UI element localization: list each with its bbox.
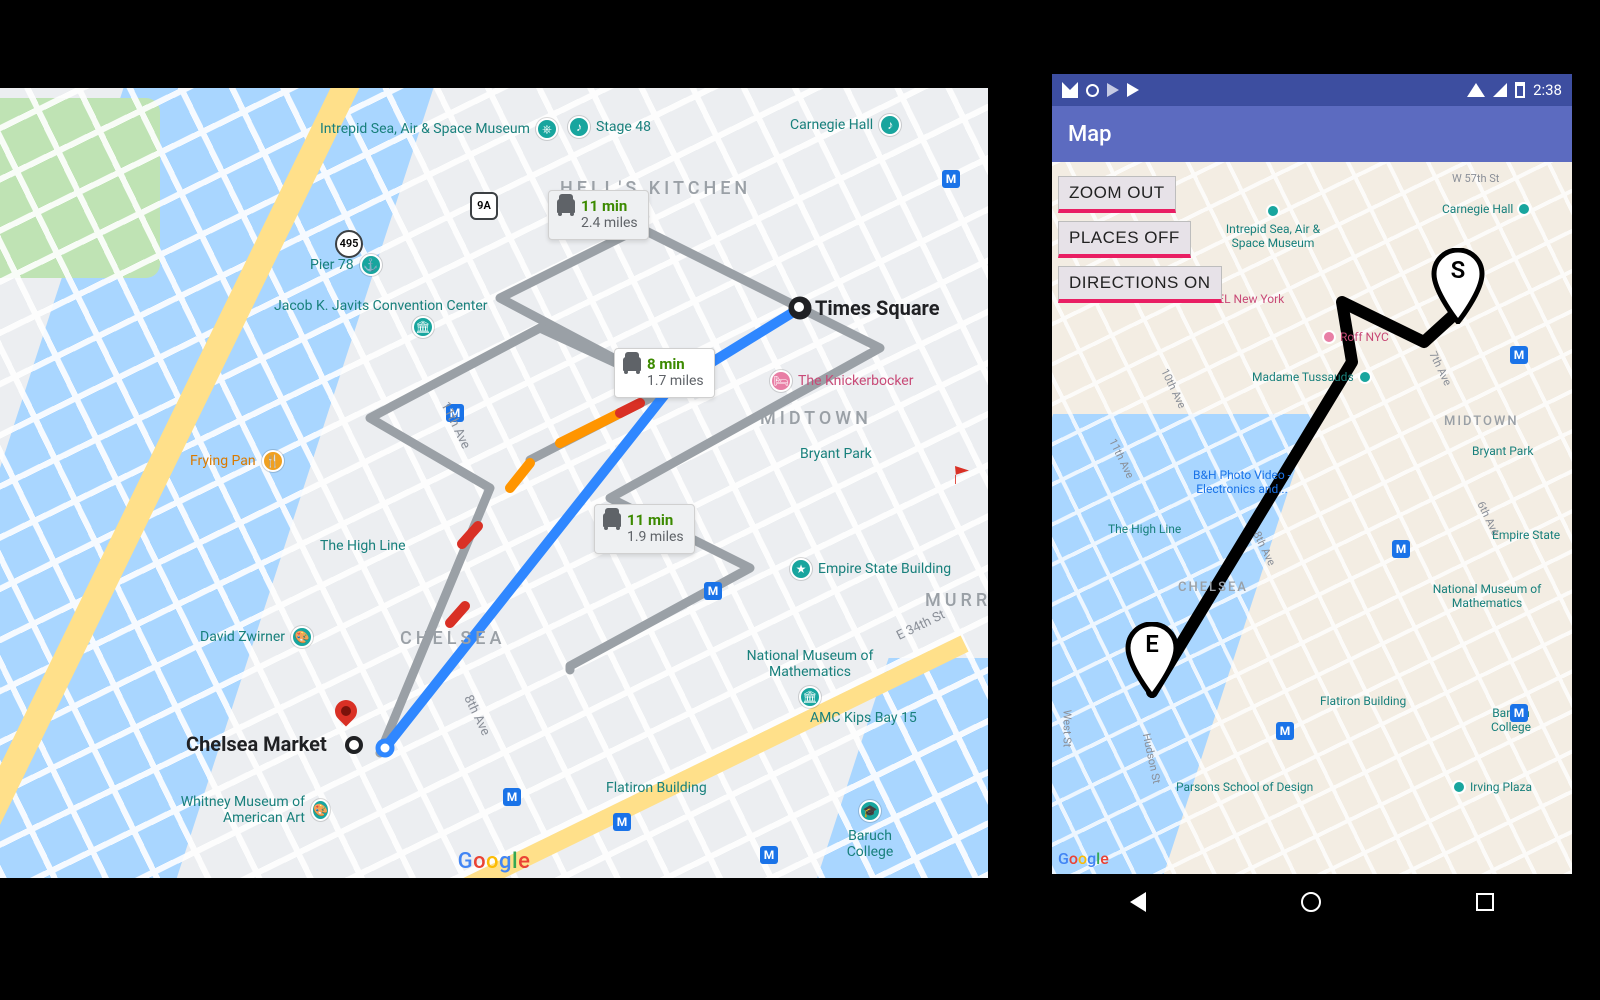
play-store-icon	[1107, 83, 1119, 97]
district-label: MIDTOWN	[1444, 414, 1519, 429]
destination-pin-icon[interactable]	[335, 700, 357, 734]
street-label: W 57th St	[1452, 172, 1499, 185]
metro-icon: M	[1510, 704, 1528, 722]
map-controls: ZOOM OUT PLACES OFF DIRECTIONS ON	[1058, 168, 1222, 311]
poi[interactable]: Carnegie Hall	[1442, 202, 1531, 216]
origin-marker[interactable]	[790, 298, 808, 316]
end-marker[interactable]: E	[1124, 622, 1180, 698]
metro-icon: M	[1392, 540, 1410, 558]
poi-carnegie[interactable]: Carnegie Hall♪	[790, 114, 901, 136]
android-nav-bar	[1052, 874, 1572, 929]
phone-map-view[interactable]: ZOOM OUT PLACES OFF DIRECTIONS ON S E In…	[1052, 162, 1572, 874]
district-label: CHELSEA	[1178, 580, 1248, 595]
mail-icon	[1062, 82, 1078, 98]
poi-stage48[interactable]: ♪Stage 48	[568, 116, 651, 138]
back-button[interactable]	[1130, 892, 1146, 912]
home-button[interactable]	[1301, 892, 1321, 912]
app-title: Map	[1068, 122, 1111, 147]
start-marker[interactable]: S	[1430, 248, 1486, 324]
district-label: MURR	[925, 590, 990, 611]
status-bar: 2:38	[1052, 74, 1572, 106]
road-shield: 9A	[470, 192, 498, 220]
car-icon	[623, 357, 641, 371]
destination-label: Chelsea Market	[186, 732, 327, 756]
directions-toggle-button[interactable]: DIRECTIONS ON	[1058, 266, 1222, 303]
poi-zwirner[interactable]: David Zwirner🎨	[200, 626, 313, 648]
google-maps-directions-view[interactable]: 9A 495 M M M M M M HELL'S KITCHEN MIDTOW…	[0, 88, 990, 878]
poi-pier78[interactable]: Pier 78⚓	[310, 254, 382, 276]
poi-javits[interactable]: Jacob K. Javits Convention Center🏛	[274, 298, 434, 338]
route-alt-bubble[interactable]: 11 min 2.4 miles	[548, 190, 649, 240]
android-phone-frame: 2:38 Map ZOOM OUT PLACES OFF DIRECTIONS …	[1052, 74, 1572, 929]
car-icon	[557, 199, 575, 213]
metro-icon: M	[760, 846, 778, 864]
poi-fryingpan[interactable]: Frying Pan🍴	[190, 450, 284, 472]
poi-esb[interactable]: ★Empire State Building	[790, 558, 951, 580]
poi[interactable]: Intrepid Sea, Air & Space Museum	[1208, 204, 1338, 250]
poi[interactable]: Parsons School of Design	[1176, 780, 1313, 794]
recents-button[interactable]	[1476, 893, 1494, 911]
poi-momath[interactable]: National Museum of Mathematics🏛	[720, 648, 900, 708]
metro-icon: M	[503, 788, 521, 806]
metro-icon: M	[613, 813, 631, 831]
battery-icon	[1515, 82, 1525, 98]
district-label: MIDTOWN	[760, 408, 872, 429]
origin-label: Times Square	[815, 296, 940, 320]
cell-icon	[1493, 83, 1507, 97]
poi-highline[interactable]: The High Line	[320, 538, 406, 554]
play-store-icon	[1127, 83, 1139, 97]
app-bar: Map	[1052, 106, 1572, 162]
car-icon	[603, 513, 621, 527]
poi[interactable]: Flatiron Building	[1320, 694, 1406, 708]
clock: 2:38	[1533, 81, 1562, 99]
poi-bryant[interactable]: Bryant Park	[800, 446, 872, 462]
destination-marker	[345, 736, 363, 754]
poi[interactable]: Empire State	[1492, 528, 1560, 542]
poi-knickerbocker[interactable]: 🛏The Knickerbocker	[770, 370, 913, 392]
zoom-out-button[interactable]: ZOOM OUT	[1058, 176, 1176, 213]
poi-flatiron[interactable]: Flatiron Building	[606, 780, 707, 796]
poi[interactable]: Roff NYC	[1322, 330, 1389, 344]
street-label: West St	[1060, 710, 1073, 748]
poi[interactable]: B&H Photo Video - Electronics and...	[1162, 468, 1322, 496]
district-label: CHELSEA	[400, 628, 505, 649]
poi-amc[interactable]: AMC Kips Bay 15	[810, 710, 917, 726]
google-logo: Google	[458, 849, 531, 874]
metro-icon: M	[942, 170, 960, 188]
poi[interactable]: Bryant Park	[1472, 444, 1533, 458]
poi[interactable]: Irving Plaza	[1452, 780, 1532, 794]
metro-icon: M	[704, 582, 722, 600]
poi[interactable]: Madame Tussauds	[1252, 370, 1372, 384]
poi-intrepid[interactable]: Intrepid Sea, Air & Space Museum⎈	[320, 118, 558, 140]
poi[interactable]: The High Line	[1108, 522, 1181, 536]
route-primary-bubble[interactable]: 8 min 1.7 miles	[614, 348, 715, 398]
circle-icon	[1086, 84, 1099, 97]
wifi-icon	[1467, 83, 1485, 97]
places-toggle-button[interactable]: PLACES OFF	[1058, 221, 1191, 258]
poi-baruch[interactable]: 🎓Baruch College	[830, 800, 910, 860]
poi[interactable]: National Museum of Mathematics	[1412, 582, 1562, 610]
google-logo: Google	[1058, 849, 1109, 868]
metro-icon: M	[1276, 722, 1294, 740]
route-alt-bubble[interactable]: 11 min 1.9 miles	[594, 504, 695, 554]
poi-whitney[interactable]: Whitney Museum of American Art🎨	[130, 794, 330, 826]
metro-icon: M	[1510, 346, 1528, 364]
